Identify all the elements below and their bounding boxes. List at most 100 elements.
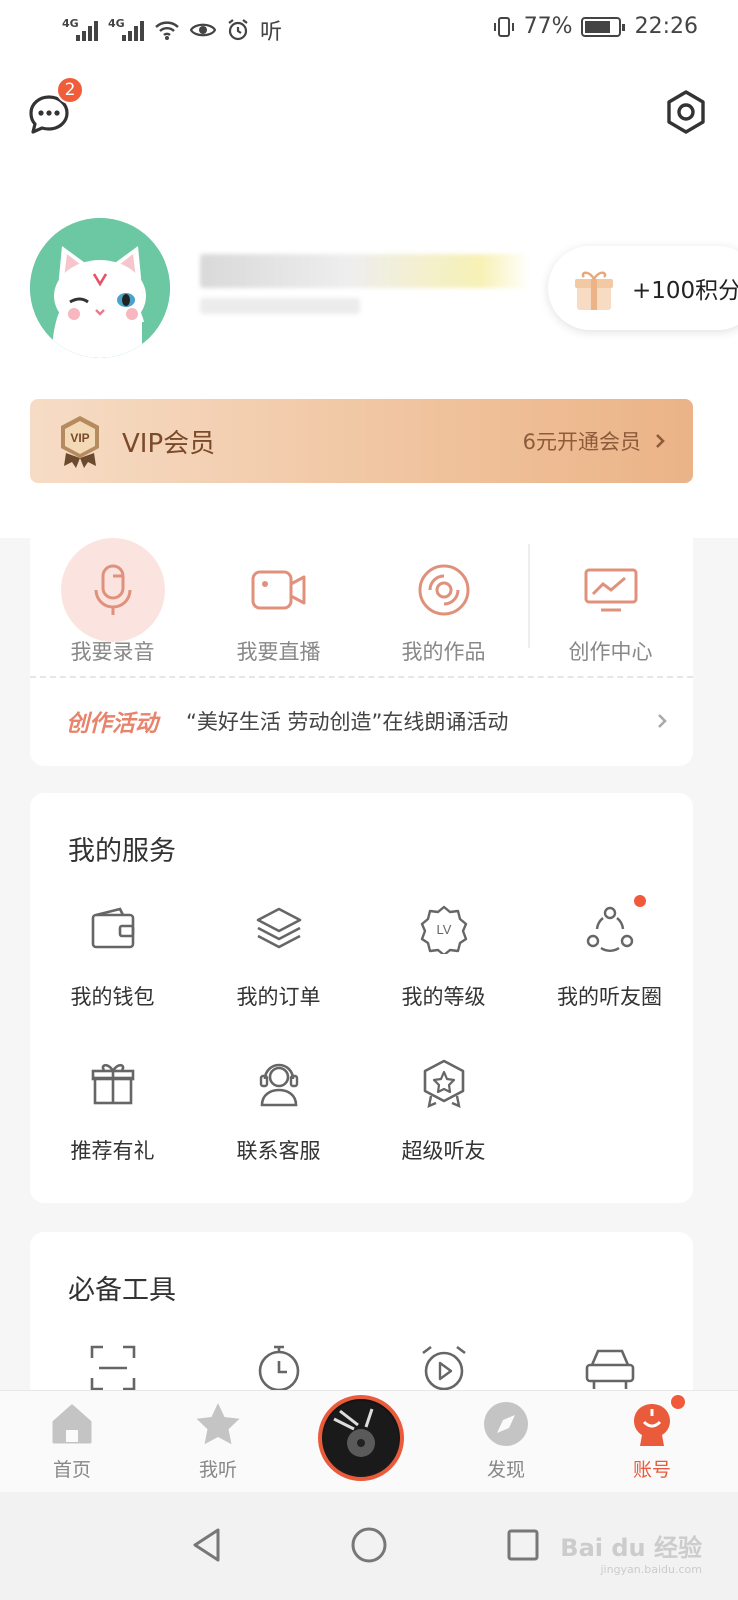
disc-icon	[418, 564, 469, 616]
chevron-right-icon	[656, 434, 665, 448]
account-icon	[634, 1404, 670, 1446]
battery-icon	[580, 16, 625, 37]
level-badge-icon: LV	[420, 905, 467, 954]
watermark-brand: Bai du 经验	[560, 1534, 702, 1562]
status-bar: 4G 4G 听 77% 22:26	[0, 0, 738, 58]
points-label: +100积分	[632, 278, 738, 304]
alarm-icon	[228, 19, 248, 41]
scan-icon	[90, 1345, 135, 1391]
battery-percent: 77%	[523, 14, 573, 39]
service-label: 我的订单	[236, 985, 321, 1009]
gear-icon	[667, 90, 705, 134]
now-playing-disc[interactable]	[318, 1395, 404, 1481]
home-icon	[52, 1404, 92, 1444]
tab-label: 我听	[198, 1459, 237, 1481]
service-label: 我的钱包	[70, 985, 155, 1009]
back-triangle-icon	[193, 1528, 220, 1562]
baidu-watermark: Bai du 经验 jingyan.baidu.com	[560, 1528, 702, 1576]
timer-icon	[258, 1345, 299, 1392]
tab-account[interactable]: 账号	[592, 1393, 712, 1482]
signal-icon-2: 4G	[108, 17, 144, 41]
user-id-redacted	[200, 298, 360, 314]
vip-cta-label: 6元开通会员	[522, 430, 641, 454]
refer-gift-button[interactable]: 推荐有礼	[30, 1055, 195, 1165]
alarm-tool-button[interactable]	[361, 1340, 526, 1396]
username-redacted	[200, 254, 530, 288]
vip-title: VIP会员	[122, 428, 216, 459]
home-circle-icon	[351, 1527, 387, 1563]
super-listener-button[interactable]: 超级听友	[361, 1055, 526, 1165]
watermark-url: jingyan.baidu.com	[600, 1563, 702, 1576]
live-stream-button[interactable]: 我要直播	[196, 538, 361, 666]
bottom-tab-bar: 首页 我听 发现 账号	[0, 1390, 738, 1492]
clock: 22:26	[634, 14, 698, 39]
car-mode-tool-button[interactable]	[527, 1340, 692, 1396]
wallet-icon	[91, 907, 134, 949]
tab-listening[interactable]: 我听	[158, 1399, 278, 1482]
vip-membership-banner[interactable]: VIP VIP会员 6元开通会员	[30, 399, 693, 483]
level-button[interactable]: LV 我的等级	[361, 901, 526, 1011]
monitor-chart-icon	[584, 568, 637, 612]
listen-indicator: 听	[260, 20, 283, 45]
star-shield-icon	[423, 1059, 464, 1108]
album-art-icon	[324, 1401, 398, 1475]
car-icon	[585, 1349, 634, 1389]
status-left: 4G 4G 听	[62, 14, 282, 46]
wifi-icon	[155, 21, 179, 40]
creation-card: 我要录音 我要直播 我的作品 创作中心 创作活动 “美好生活 劳动创造”在线朗诵…	[30, 512, 693, 766]
new-dot	[633, 895, 646, 907]
friends-circle-icon	[586, 906, 633, 952]
scan-tool-button[interactable]	[30, 1340, 195, 1396]
orders-button[interactable]: 我的订单	[196, 901, 361, 1011]
wallet-button[interactable]: 我的钱包	[30, 901, 195, 1011]
customer-service-icon	[259, 1063, 298, 1107]
message-count-badge: 2	[56, 76, 84, 104]
layers-icon	[256, 907, 301, 949]
recents-square-icon	[507, 1529, 539, 1561]
listener-circle-button[interactable]: 我的听友圈	[527, 895, 692, 1011]
microphone-icon	[94, 564, 131, 615]
vip-badge-icon: VIP	[61, 416, 99, 468]
video-camera-icon	[251, 570, 305, 610]
vibrate-icon	[493, 16, 514, 37]
record-audio-button[interactable]: 我要录音	[30, 538, 195, 666]
tools-title: 必备工具	[68, 1275, 176, 1306]
points-reward-button[interactable]: +100积分	[548, 246, 738, 330]
tab-label: 发现	[486, 1459, 525, 1481]
nav-recents-button[interactable]	[498, 1520, 548, 1570]
gift-icon	[91, 1063, 134, 1105]
tab-discover[interactable]: 发现	[446, 1399, 566, 1482]
cat-avatar-icon	[30, 218, 170, 358]
status-right: 77% 22:26	[492, 14, 698, 39]
compass-icon	[484, 1402, 528, 1446]
avatar[interactable]	[30, 218, 170, 358]
tab-home[interactable]: 首页	[12, 1399, 132, 1482]
creation-activity-row[interactable]: 创作活动 “美好生活 劳动创造”在线朗诵活动	[66, 676, 667, 766]
timer-tool-button[interactable]	[196, 1340, 361, 1396]
signal-icon: 4G	[62, 17, 98, 41]
vip-open-button[interactable]: 6元开通会员	[523, 426, 665, 456]
tab-label: 首页	[52, 1459, 91, 1481]
customer-service-button[interactable]: 联系客服	[196, 1055, 361, 1165]
system-nav-bar: Bai du 经验 jingyan.baidu.com	[0, 1492, 738, 1600]
service-label: 联系客服	[236, 1139, 321, 1163]
account-badge-dot	[669, 1393, 687, 1411]
eye-icon	[190, 23, 216, 37]
svg-text:LV: LV	[436, 922, 451, 937]
user-info-blurred	[200, 254, 530, 314]
vip-badge-text: VIP	[70, 431, 89, 445]
star-icon	[196, 1403, 240, 1445]
activity-text: “美好生活 劳动创造”在线朗诵活动	[186, 710, 509, 734]
activity-tag: 创作活动	[66, 711, 158, 737]
my-works-button[interactable]: 我的作品	[361, 538, 526, 666]
gift-box-icon	[575, 271, 613, 310]
alarm-clock-icon	[421, 1345, 466, 1391]
services-title: 我的服务	[68, 836, 176, 867]
service-label: 推荐有礼	[70, 1139, 155, 1163]
service-label: 我的听友圈	[557, 985, 662, 1009]
nav-home-button[interactable]	[344, 1520, 394, 1570]
creation-center-button[interactable]: 创作中心	[528, 538, 693, 666]
nav-back-button[interactable]	[182, 1520, 232, 1570]
settings-button[interactable]	[662, 88, 710, 136]
services-card: 我的服务 我的钱包 我的订单 LV 我的等级 我的听友圈 推荐有礼 联系客服 超…	[30, 793, 693, 1203]
